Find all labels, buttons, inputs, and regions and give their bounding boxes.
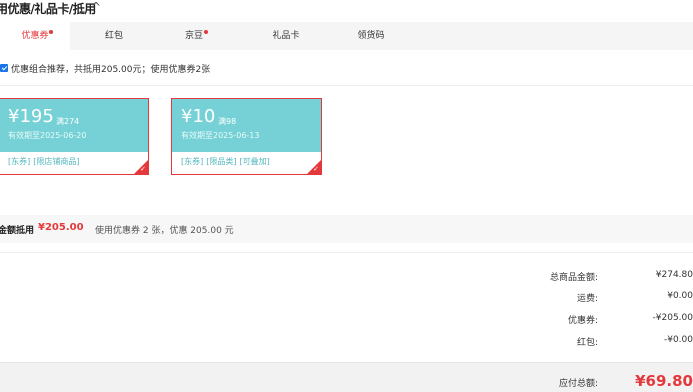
tab-gift-cards[interactable]: 礼品卡 (258, 22, 314, 50)
tab-redeem-code[interactable]: 领货码 (343, 22, 399, 50)
total-label: 红包: (576, 338, 598, 348)
total-label: 运费: (576, 294, 598, 304)
coupon-tag: [限店铺商品] (33, 157, 80, 166)
tab-coupons[interactable]: 优惠券 (0, 22, 70, 50)
check-icon: ✓ (313, 165, 319, 173)
recommend-combo[interactable]: 优惠组合推荐，共抵用205.00元；使用优惠券2张 (0, 61, 210, 75)
coupon-amount: ¥195 (8, 106, 54, 127)
coupon-expire: 有效期至2025-06-13 (181, 131, 260, 140)
tab-label: 领货码 (357, 31, 385, 41)
total-label: 总商品金额: (549, 273, 598, 283)
section-header: 用优惠/礼品卡/抵用 ^ (0, 0, 693, 16)
coupon-card[interactable]: ¥10 满98 有效期至2025-06-13 [东券] [限品类] [可叠加] ✓ (171, 98, 322, 175)
recommend-checkbox[interactable] (0, 64, 8, 72)
payable-label: 应付总额: (558, 379, 598, 389)
coupon-tag: [限品类] (206, 157, 237, 166)
coupon-tag: [可叠加] (239, 157, 270, 166)
new-dot-icon (204, 30, 208, 34)
summary-amount: ¥205.00 (38, 222, 84, 233)
recommend-text: 优惠组合推荐，共抵用205.00元；使用优惠券2张 (11, 64, 211, 75)
total-row-shipping: 运费: ¥0.00 (0, 291, 693, 305)
tab-label: 京豆 (184, 31, 203, 41)
total-row-coupon: 优惠券: -¥205.00 (0, 313, 693, 327)
coupon-expire: 有效期至2025-06-20 (8, 131, 87, 140)
coupon-tags: [东券] [限店铺商品] (8, 156, 83, 167)
summary-label: 金额抵用 (0, 226, 35, 236)
discount-summary: 金额抵用 ¥205.00 使用优惠券 2 张，优惠 205.00 元 (0, 215, 693, 243)
divider (0, 252, 693, 253)
total-value: -¥0.00 (663, 335, 693, 345)
tab-label: 礼品卡 (272, 31, 300, 41)
coupon-tag: [东券] (181, 157, 204, 166)
coupon-amount: ¥10 (181, 106, 216, 127)
total-row-redpacket: 红包: -¥0.00 (0, 335, 693, 349)
coupon-tags: [东券] [限品类] [可叠加] (181, 156, 273, 167)
total-row-goods: 总商品金额: ¥274.80 (0, 270, 693, 284)
tab-red-packets[interactable]: 红包 (86, 22, 142, 50)
tab-label: 优惠券 (21, 31, 49, 41)
total-value: -¥205.00 (652, 313, 693, 323)
tab-label: 红包 (104, 31, 123, 41)
coupon-tag: [东券] (8, 157, 31, 166)
coupon-condition: 满274 (56, 117, 80, 126)
total-value: ¥274.80 (655, 270, 693, 280)
total-value: ¥0.00 (667, 291, 693, 301)
coupon-condition: 满98 (218, 117, 237, 126)
section-title: 用优惠/礼品卡/抵用 (0, 2, 96, 16)
payable-value: ¥69.80 (635, 372, 693, 390)
payable-total: 应付总额: ¥69.80 (0, 362, 693, 392)
coupon-card[interactable]: ¥195 满274 有效期至2025-06-20 [东券] [限店铺商品] ✓ (0, 98, 149, 175)
summary-desc: 使用优惠券 2 张，优惠 205.00 元 (95, 226, 234, 236)
new-dot-icon (49, 30, 53, 34)
total-label: 优惠券: (567, 316, 598, 326)
chevron-up-icon[interactable]: ^ (91, 0, 101, 14)
tab-jingdou[interactable]: 京豆 (166, 22, 222, 50)
check-icon: ✓ (140, 165, 146, 173)
divider (0, 85, 693, 86)
coupon-tabs: 优惠券 红包 京豆 礼品卡 领货码 (0, 22, 693, 50)
